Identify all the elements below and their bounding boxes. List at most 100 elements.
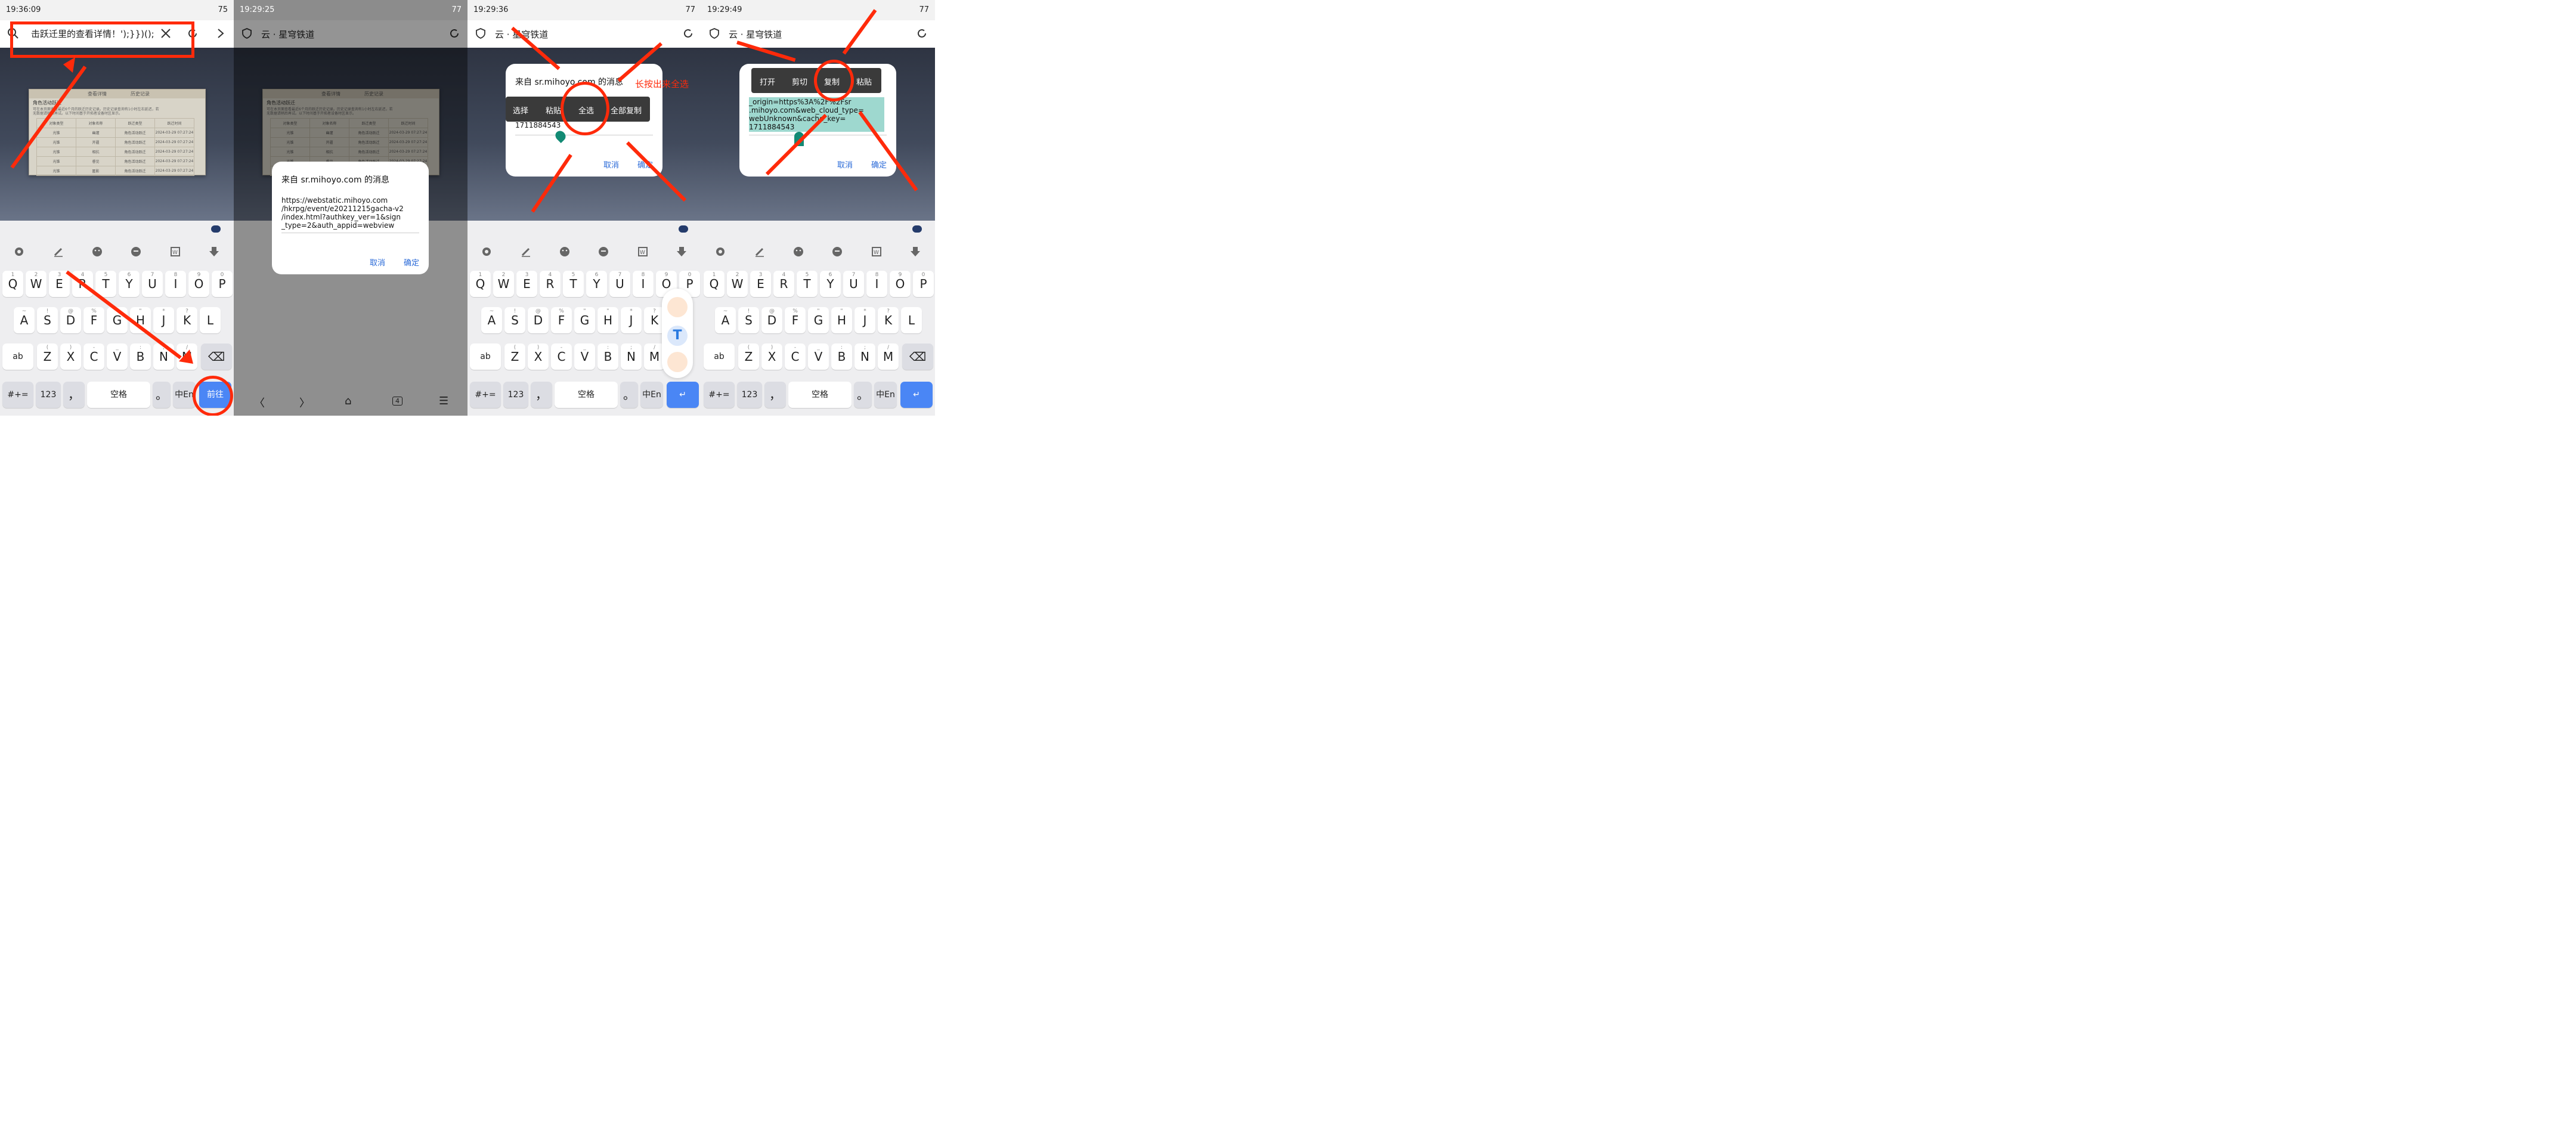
key-z[interactable]: (Z xyxy=(738,344,759,370)
text-cursor-handle[interactable] xyxy=(553,128,568,144)
emoji-icon[interactable] xyxy=(559,246,571,258)
menu-paste[interactable]: 粘贴 xyxy=(856,76,872,87)
gear-icon[interactable] xyxy=(714,246,726,258)
key-b[interactable]: :B xyxy=(597,344,618,370)
key-symbols[interactable]: #+= xyxy=(704,382,735,408)
key-123[interactable]: 123 xyxy=(737,382,762,408)
key-space[interactable]: 空格 xyxy=(555,382,618,408)
shield-icon[interactable] xyxy=(475,27,487,39)
key-r[interactable]: 4R xyxy=(773,271,794,297)
key-symbols[interactable]: #+= xyxy=(2,382,33,408)
key-ab[interactable]: ab xyxy=(2,344,33,370)
cancel-button[interactable]: 取消 xyxy=(370,256,385,268)
word-icon[interactable]: W xyxy=(871,246,883,258)
key-v[interactable]: _ V xyxy=(808,344,829,370)
key-g[interactable]: "G xyxy=(574,307,595,333)
key-x[interactable]: ) X xyxy=(60,344,81,370)
key-h[interactable]: " H xyxy=(597,307,618,333)
key-u[interactable]: 7U xyxy=(142,271,163,297)
key-y[interactable]: 6Y xyxy=(119,271,140,297)
key-space[interactable]: 空格 xyxy=(87,382,150,408)
download-icon[interactable] xyxy=(208,246,220,258)
menu-cut[interactable]: 剪切 xyxy=(792,76,807,87)
key-a[interactable]: ~ A xyxy=(481,307,502,333)
key-g[interactable]: "G xyxy=(808,307,829,333)
key-u[interactable]: 7U xyxy=(843,271,864,297)
key-c[interactable]: -C xyxy=(83,344,104,370)
key-n[interactable]: ; N xyxy=(621,344,642,370)
emoji-icon[interactable] xyxy=(91,246,103,258)
key-a[interactable]: ~ A xyxy=(715,307,736,333)
key-period[interactable]: 。 xyxy=(153,382,171,408)
key-lang[interactable]: 中En xyxy=(874,382,897,408)
chevron-right-icon[interactable] xyxy=(215,27,227,39)
key-period[interactable]: 。 xyxy=(620,382,638,408)
key-ab[interactable]: ab xyxy=(704,344,735,370)
download-icon[interactable] xyxy=(909,246,921,258)
key-s[interactable]: ! S xyxy=(738,307,759,333)
key-d[interactable]: @ D xyxy=(528,307,549,333)
ok-button[interactable]: 确定 xyxy=(871,159,887,170)
key-w[interactable]: 2W xyxy=(493,271,514,297)
key-k[interactable]: ? K xyxy=(177,307,197,333)
key-o[interactable]: 9O xyxy=(890,271,911,297)
key-l[interactable]: L xyxy=(901,307,922,333)
key-l[interactable]: L xyxy=(200,307,221,333)
key-s[interactable]: ! S xyxy=(504,307,525,333)
tab-history[interactable]: 历史记录 xyxy=(131,91,150,97)
key-f[interactable]: % F xyxy=(83,307,104,333)
key-x[interactable]: ) X xyxy=(528,344,549,370)
key-b[interactable]: :B xyxy=(130,344,151,370)
key-i[interactable]: 8I xyxy=(165,271,186,297)
key-p[interactable]: 0P xyxy=(913,271,934,297)
key-lang[interactable]: 中En xyxy=(640,382,663,408)
key-f[interactable]: % F xyxy=(785,307,806,333)
key-p[interactable]: 0P xyxy=(212,271,233,297)
key-enter[interactable]: ↵ xyxy=(900,382,933,408)
key-i[interactable]: 8I xyxy=(633,271,654,297)
key-t[interactable]: 5T xyxy=(797,271,818,297)
key-y[interactable]: 6Y xyxy=(820,271,841,297)
key-v[interactable]: _ V xyxy=(107,344,128,370)
key-b[interactable]: :B xyxy=(831,344,852,370)
ime-mascot-icon[interactable] xyxy=(912,225,922,233)
clipboard-icon[interactable] xyxy=(831,246,843,258)
key-comma[interactable]: ， xyxy=(63,382,85,408)
pen-icon[interactable] xyxy=(754,246,766,258)
key-h[interactable]: " H xyxy=(831,307,852,333)
menu-paste[interactable]: 粘贴 xyxy=(546,104,561,116)
key-j[interactable]: * J xyxy=(621,307,642,333)
reload-icon[interactable] xyxy=(916,27,928,39)
key-backspace[interactable]: ⌫ xyxy=(902,344,933,370)
note-icon[interactable] xyxy=(667,297,688,317)
prompt-input-selected[interactable]: _origin=https%3A%2F%2Fsr .mihoyo.com&web… xyxy=(749,98,864,131)
key-123[interactable]: 123 xyxy=(503,382,528,408)
key-j[interactable]: * J xyxy=(854,307,875,333)
key-backspace[interactable]: ⌫ xyxy=(201,344,232,370)
key-comma[interactable]: ， xyxy=(764,382,786,408)
key-space[interactable]: 空格 xyxy=(788,382,852,408)
word-icon[interactable]: W xyxy=(169,246,181,258)
ime-mascot-icon[interactable] xyxy=(211,225,221,233)
key-comma[interactable]: ， xyxy=(531,382,552,408)
clipboard-icon[interactable] xyxy=(597,246,609,258)
key-i[interactable]: 8I xyxy=(866,271,887,297)
key-q[interactable]: 1Q xyxy=(704,271,724,297)
gear-icon[interactable] xyxy=(481,246,493,258)
download-icon[interactable] xyxy=(676,246,688,258)
key-y[interactable]: 6Y xyxy=(586,271,607,297)
key-c[interactable]: -C xyxy=(785,344,806,370)
key-q[interactable]: 1Q xyxy=(470,271,491,297)
prompt-input[interactable]: 1711884543 xyxy=(515,121,561,129)
menu-select[interactable]: 选择 xyxy=(513,104,528,116)
key-x[interactable]: ) X xyxy=(761,344,782,370)
key-s[interactable]: ! S xyxy=(37,307,58,333)
key-enter[interactable]: ↵ xyxy=(667,382,699,408)
ok-button[interactable]: 确定 xyxy=(404,256,419,268)
key-z[interactable]: (Z xyxy=(504,344,525,370)
key-d[interactable]: @ D xyxy=(60,307,81,333)
shield-icon[interactable] xyxy=(708,27,720,39)
reload-icon[interactable] xyxy=(682,27,694,39)
key-f[interactable]: % F xyxy=(551,307,572,333)
key-symbols[interactable]: #+= xyxy=(470,382,501,408)
